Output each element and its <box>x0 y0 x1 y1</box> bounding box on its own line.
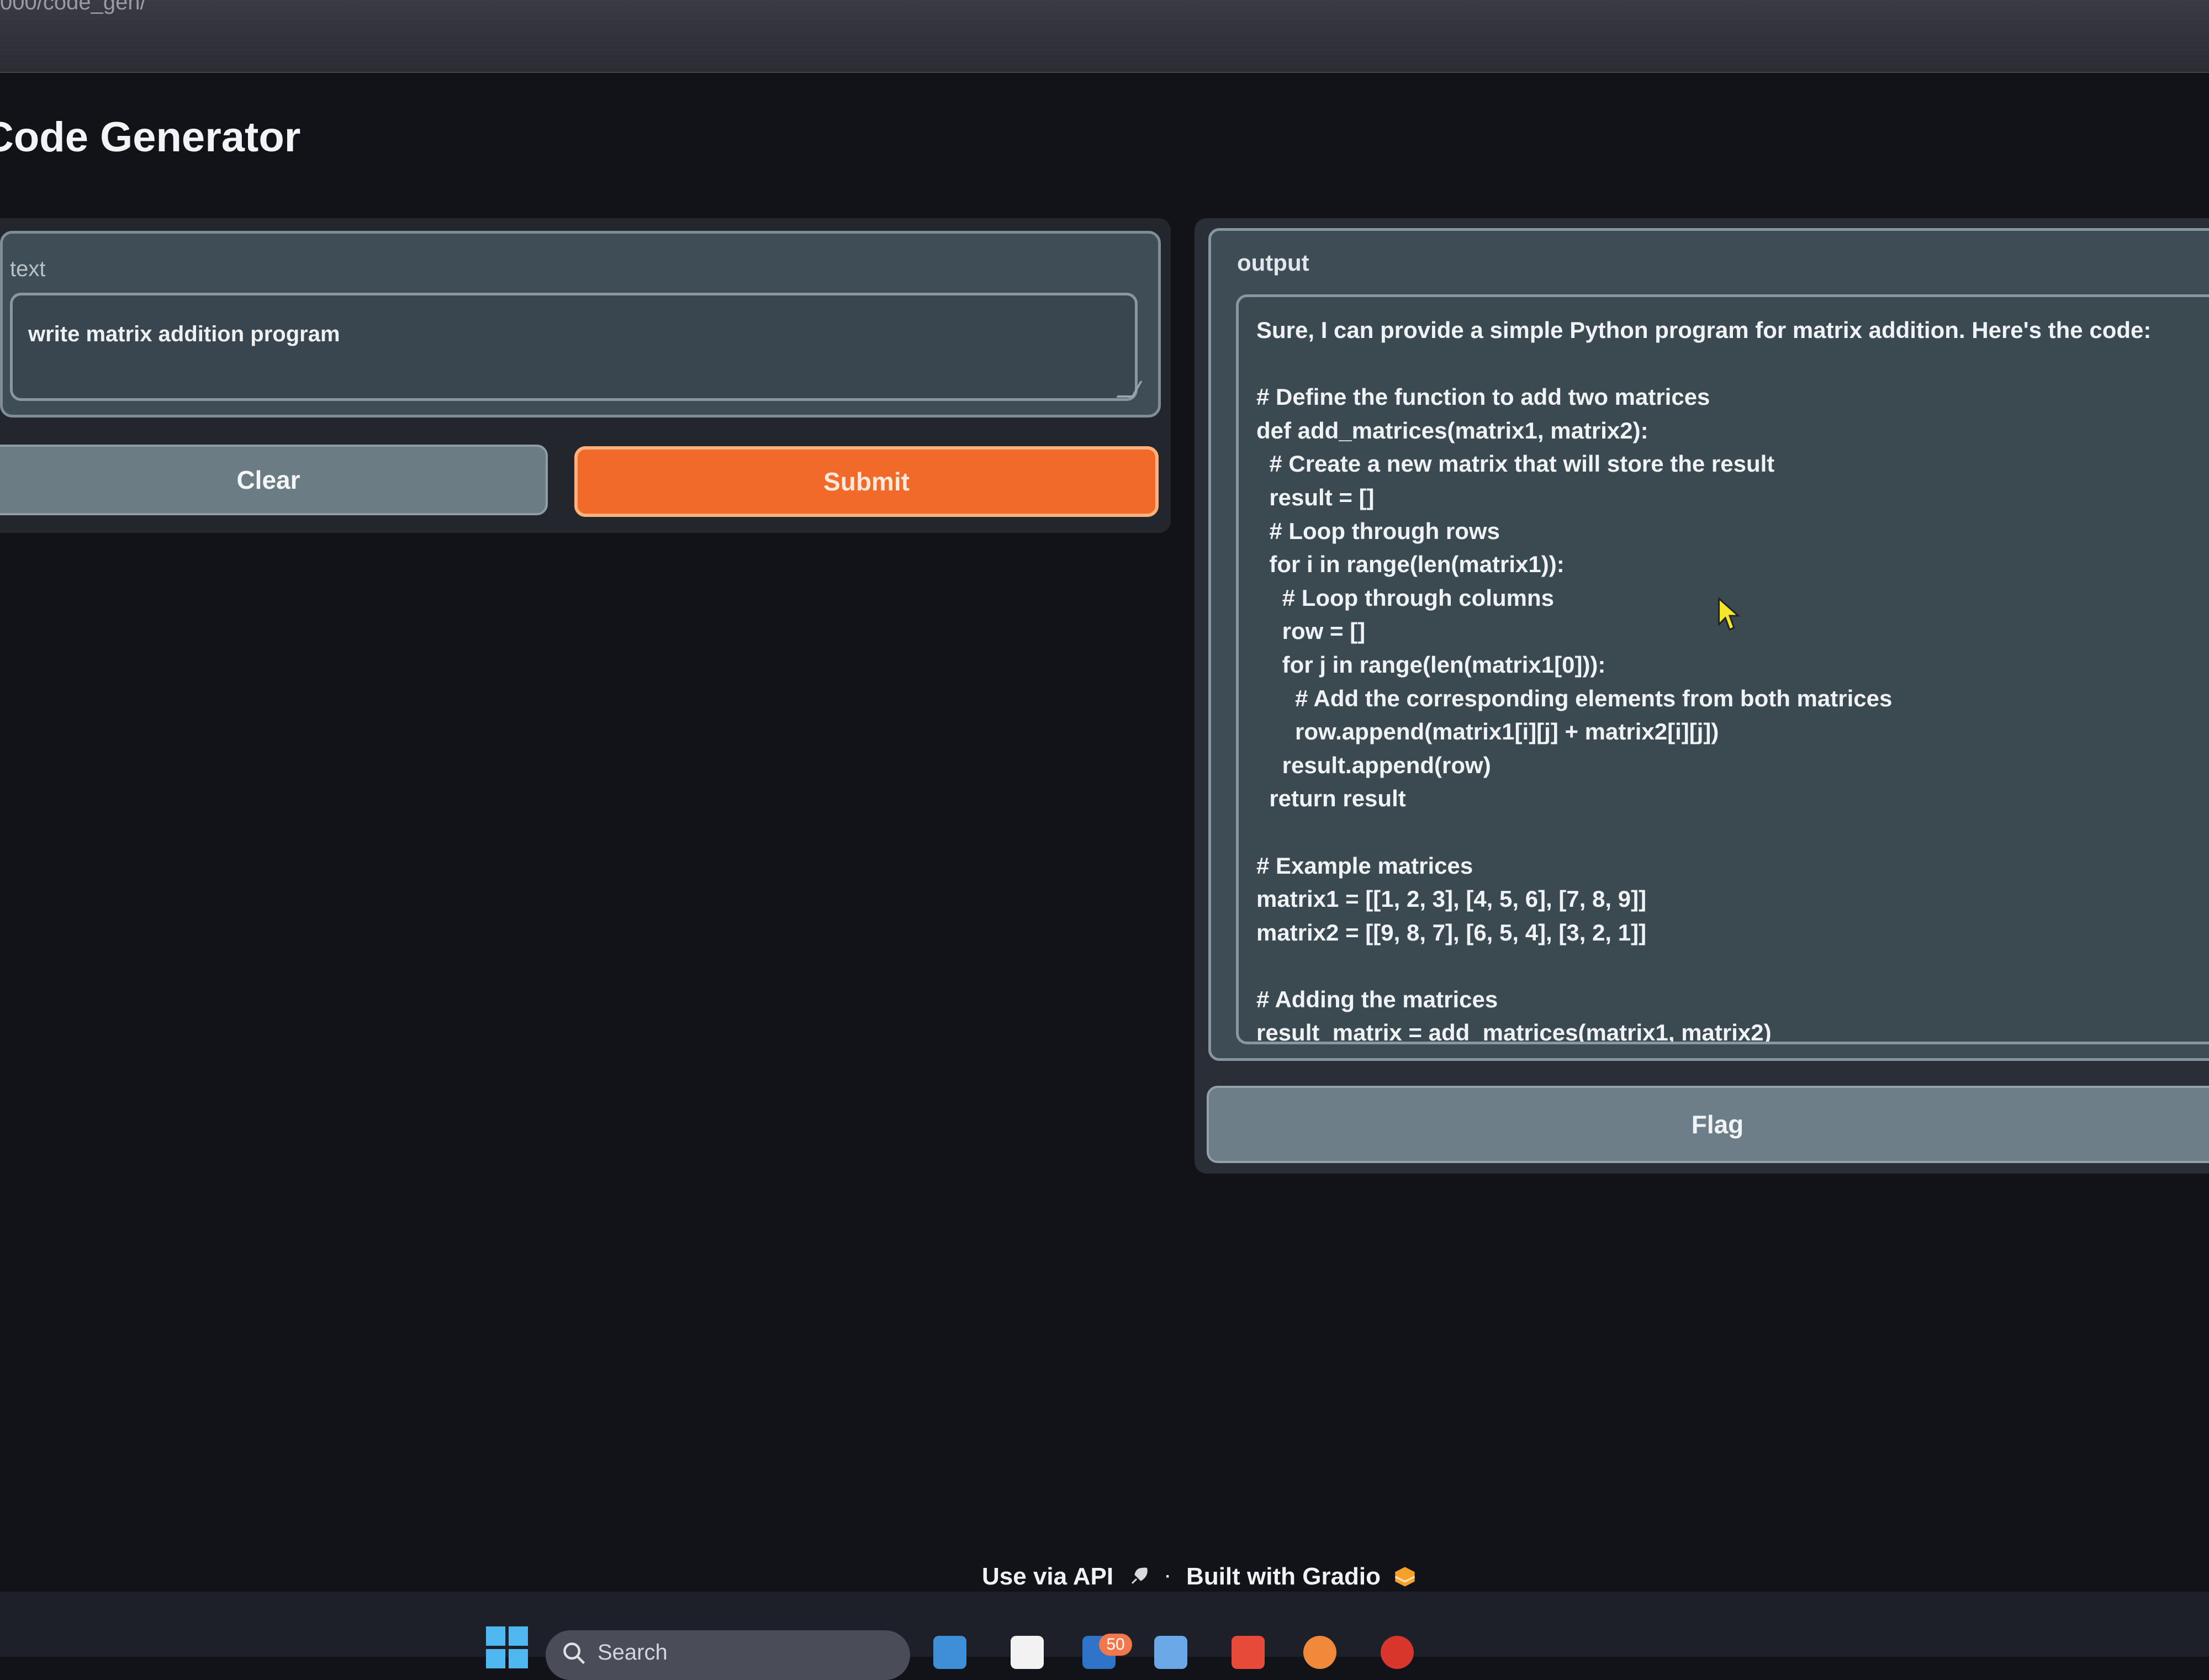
submit-button[interactable]: Submit <box>574 446 1159 517</box>
notification-badge: 50 <box>1099 1634 1132 1656</box>
output-label: output <box>1237 250 1309 276</box>
clear-button[interactable]: Clear <box>0 445 548 515</box>
taskbar-chrome-icon[interactable] <box>1381 1636 1414 1669</box>
browser-top-bar: 000/code_gen/ <box>0 0 2209 73</box>
page-title: Code Generator <box>0 114 301 161</box>
text-input[interactable]: write matrix addition program <box>10 293 1138 401</box>
taskbar-app-icon[interactable] <box>933 1636 966 1669</box>
taskbar-search[interactable]: Search <box>546 1630 910 1680</box>
mouse-cursor-icon <box>1718 596 1741 631</box>
footer-separator: · <box>1165 1567 1171 1586</box>
taskbar-app-icon[interactable] <box>1232 1636 1265 1669</box>
output-textbox[interactable]: Sure, I can provide a simple Python prog… <box>1236 294 2209 1044</box>
taskbar-app-icon[interactable] <box>1154 1636 1187 1669</box>
windows-start-icon[interactable] <box>486 1626 528 1668</box>
taskbar-app-icon[interactable] <box>1011 1636 1044 1669</box>
text-input-label: text <box>10 257 46 281</box>
flag-button[interactable]: Flag <box>1207 1086 2209 1163</box>
browser-url[interactable]: 000/code_gen/ <box>0 0 146 15</box>
taskbar-browser-icon[interactable] <box>1303 1636 1336 1669</box>
gradio-logo-icon <box>1394 1567 1415 1587</box>
taskbar-search-label: Search <box>598 1640 668 1665</box>
search-icon <box>563 1642 585 1665</box>
built-with-gradio-link[interactable]: Built with Gradio <box>1186 1563 1381 1591</box>
use-via-api-link[interactable]: Use via API <box>982 1563 1113 1591</box>
rocket-icon <box>1131 1567 1148 1584</box>
footer: Use via API · Built with Gradio <box>982 1563 1417 1591</box>
